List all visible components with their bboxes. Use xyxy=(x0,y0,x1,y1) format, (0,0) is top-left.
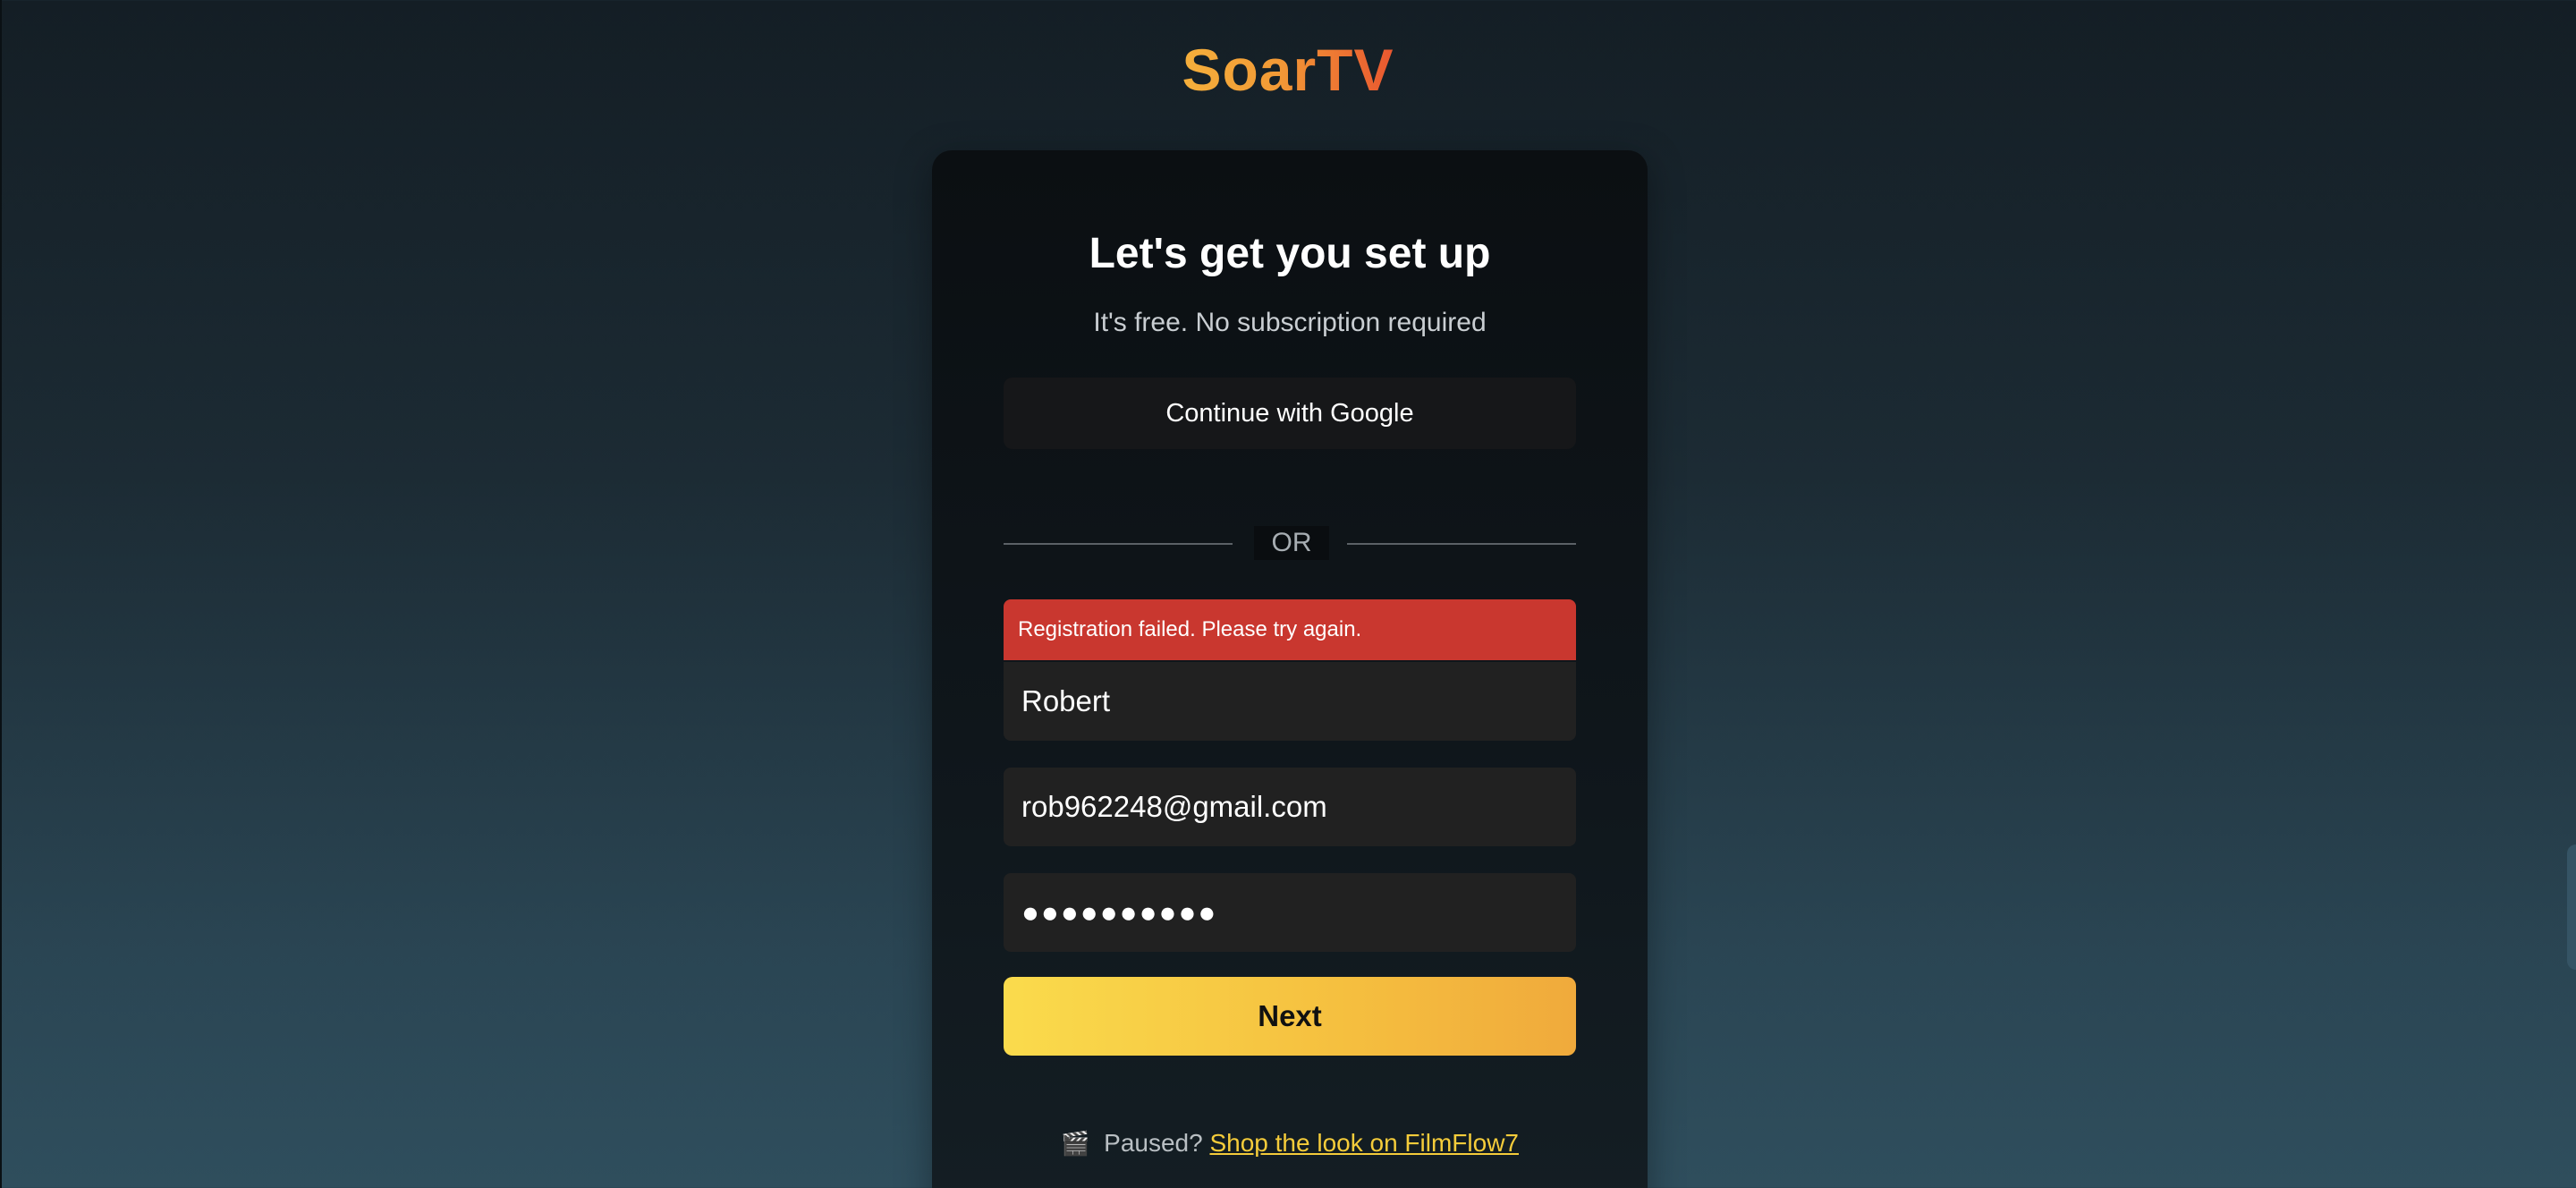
side-scroll-handle[interactable] xyxy=(2567,844,2576,970)
promo-prefix: Paused? xyxy=(1104,1129,1203,1157)
error-banner: Registration failed. Please try again. xyxy=(1004,599,1576,660)
filmflow-shop-link[interactable]: Shop the look on FilmFlow7 xyxy=(1209,1129,1519,1157)
brand-logo: SoarTV xyxy=(1172,36,1404,104)
signup-card: Let's get you set up It's free. No subsc… xyxy=(932,150,1648,1188)
divider-label: OR xyxy=(1254,526,1329,560)
promo-line: 🎬 Paused? Shop the look on FilmFlow7 xyxy=(932,1129,1648,1158)
next-button-label: Next xyxy=(1258,999,1322,1032)
google-button-label: Continue with Google xyxy=(1165,398,1414,428)
next-button[interactable]: Next xyxy=(1004,977,1576,1056)
page-subtitle: It's free. No subscription required xyxy=(1093,308,1487,337)
clapperboard-icon: 🎬 xyxy=(1061,1131,1090,1158)
or-divider: OR xyxy=(1004,526,1576,562)
password-field[interactable] xyxy=(1004,873,1576,952)
divider-line-left xyxy=(1004,543,1233,545)
window-edge xyxy=(0,0,2,1188)
email-field[interactable] xyxy=(1004,768,1576,846)
name-field[interactable] xyxy=(1004,662,1576,741)
page-title: Let's get you set up xyxy=(1089,230,1491,277)
continue-with-google-button[interactable]: Continue with Google xyxy=(1004,378,1576,449)
divider-line-right xyxy=(1347,543,1576,545)
